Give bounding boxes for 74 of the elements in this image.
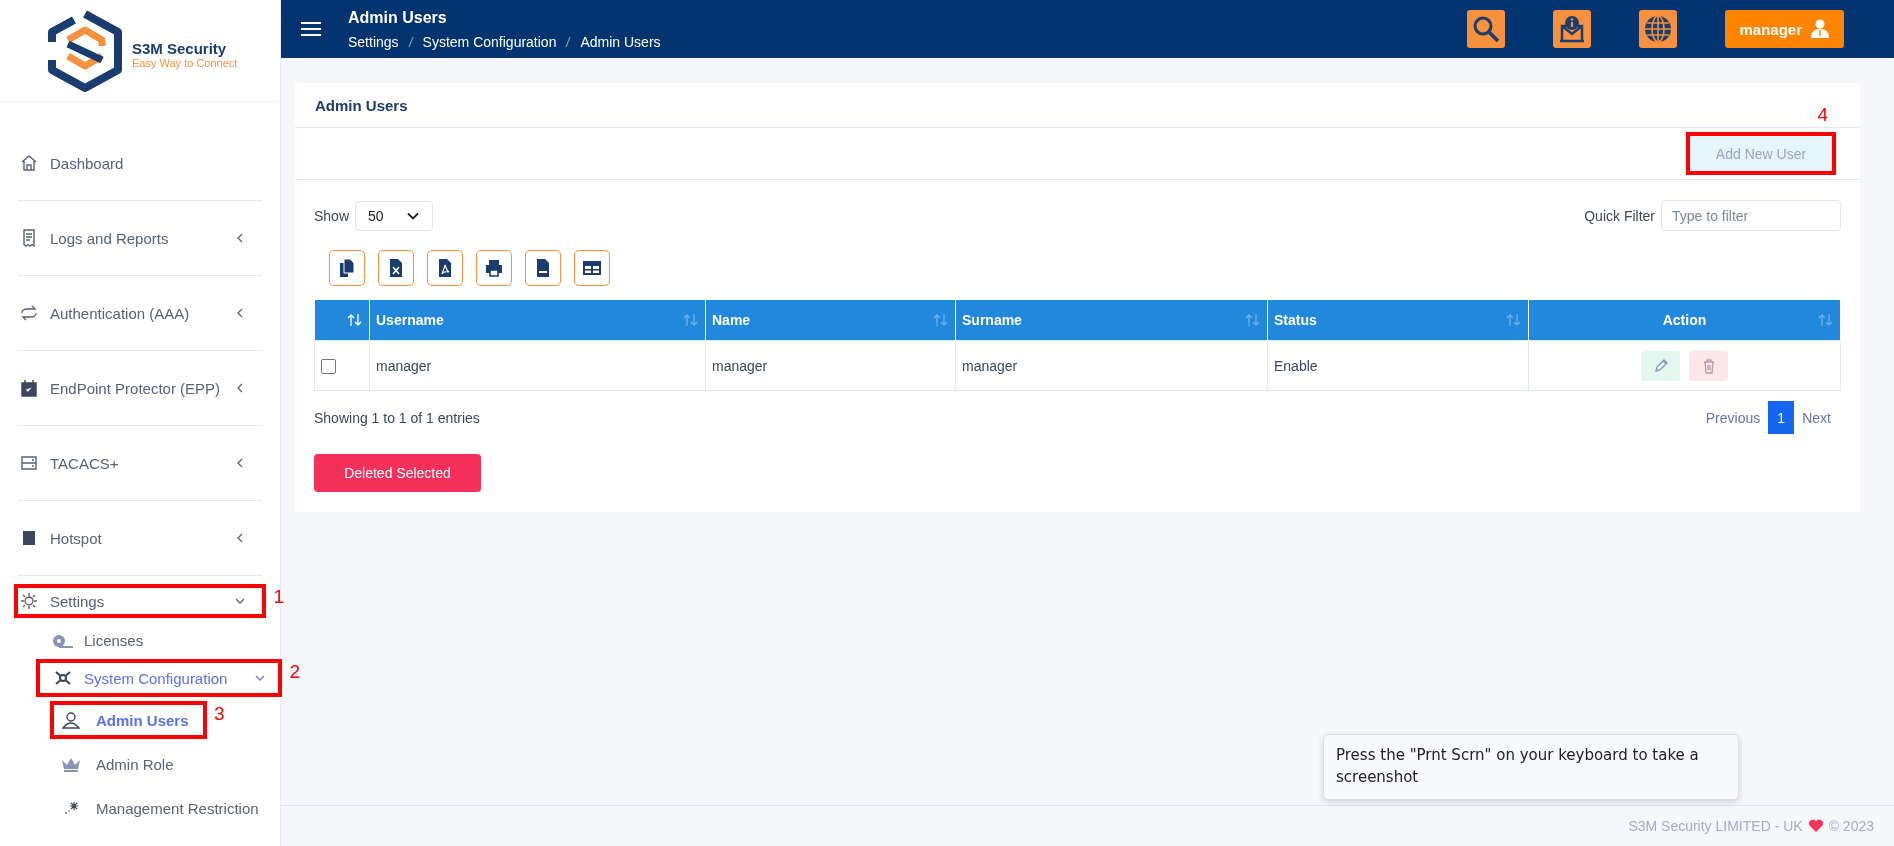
annotation-number: 3 (213, 703, 225, 725)
column-header[interactable]: Username (369, 300, 706, 341)
entries-info: Showing 1 to 1 of 1 entries (314, 409, 480, 426)
tooltip: Press the "Prnt Scrn" on your keyboard to take a screenshot (1323, 734, 1739, 800)
sidebar-item[interactable]: Authentication (AAA) (18, 300, 262, 326)
breadcrumb-link[interactable]: Settings (348, 33, 399, 50)
globe-icon (1643, 14, 1674, 44)
page-button[interactable]: 1 (1768, 401, 1795, 434)
sidebar-item[interactable]: Logs and Reports (18, 225, 262, 251)
inbox-info-button[interactable] (1553, 10, 1592, 48)
previous-link[interactable]: Previous (1705, 409, 1761, 426)
copyright-text: © 2023 (1828, 818, 1874, 834)
brand-tagline: Easy Way to Connect (132, 57, 238, 69)
breadcrumb-separator (406, 34, 415, 49)
table-cell: manager (705, 340, 956, 391)
print-export-button[interactable] (476, 250, 512, 286)
excel-export-button[interactable] (378, 250, 414, 286)
next-link[interactable]: Next (1802, 409, 1831, 426)
column-title: Username (376, 312, 444, 328)
sort-icon (683, 313, 699, 327)
edit-button[interactable] (1641, 350, 1680, 381)
copy-icon (337, 258, 357, 278)
brand-name: S3M Security (132, 40, 228, 57)
globe-button[interactable] (1639, 10, 1678, 48)
sidebar-item[interactable]: Hotspot (18, 525, 262, 551)
columns-export-button[interactable] (574, 250, 610, 286)
card-title: Admin Users (315, 96, 408, 114)
column-title: Action (1662, 312, 1707, 328)
breadcrumb-separator (564, 34, 573, 49)
footer-text: S3M Security LIMITED - UK (1628, 818, 1803, 834)
sort-icon (1245, 313, 1261, 327)
csv-export-button[interactable] (525, 250, 561, 286)
sidebar-item[interactable]: Admin Role (54, 749, 188, 779)
pdf-export-button[interactable] (427, 250, 463, 286)
annotation-number: 2 (289, 661, 300, 683)
copy-export-button[interactable] (329, 250, 365, 286)
annotation-number: 1 (273, 586, 284, 608)
page-title: Admin Users (348, 8, 448, 27)
breadcrumb-link[interactable]: System Configuration (422, 33, 557, 50)
search-button[interactable] (1467, 10, 1506, 48)
page-size-select[interactable]: 50 (355, 200, 434, 231)
heart-icon (1807, 819, 1824, 833)
table-cell: Enable (1267, 340, 1529, 391)
show-label: Show (314, 207, 350, 224)
column-title: Status (1274, 312, 1317, 328)
sort-icon (1818, 313, 1834, 327)
column-header[interactable]: Name (705, 300, 956, 341)
breadcrumb-link[interactable]: Admin Users (580, 33, 661, 50)
filter-field[interactable]: Type to filter (1661, 200, 1841, 231)
column-header[interactable] (314, 300, 370, 341)
table-cell: manager (955, 340, 1268, 391)
sidebar-item[interactable]: Management Restriction (54, 793, 273, 823)
filter-label: Quick Filter (1584, 207, 1655, 224)
column-title: Name (712, 312, 751, 328)
sidebar-item[interactable]: Licenses (34, 627, 148, 653)
column-header[interactable]: Surname (955, 300, 1268, 341)
column-title: Surname (962, 312, 1022, 328)
sort-icon (347, 313, 363, 327)
sort-icon (1506, 313, 1522, 327)
table-cell: manager (369, 340, 706, 391)
sort-icon (933, 313, 949, 327)
annotation-number: 4 (1817, 104, 1828, 126)
user-icon (1810, 19, 1830, 39)
delete-selected-button[interactable]: Deleted Selected (314, 454, 481, 492)
column-header[interactable]: Status (1267, 300, 1529, 341)
row-checkbox[interactable] (321, 358, 336, 374)
sidebar-item[interactable]: EndPoint Protector (EPP) (18, 375, 262, 401)
pencil-icon (1652, 357, 1669, 374)
sidebar-item[interactable]: TACACS+ (18, 450, 262, 476)
column-header[interactable]: Action (1528, 300, 1841, 341)
sidebar-item[interactable]: Dashboard (18, 150, 262, 176)
search-icon (1472, 15, 1501, 43)
print-icon (484, 258, 504, 278)
columns-icon (582, 258, 602, 278)
